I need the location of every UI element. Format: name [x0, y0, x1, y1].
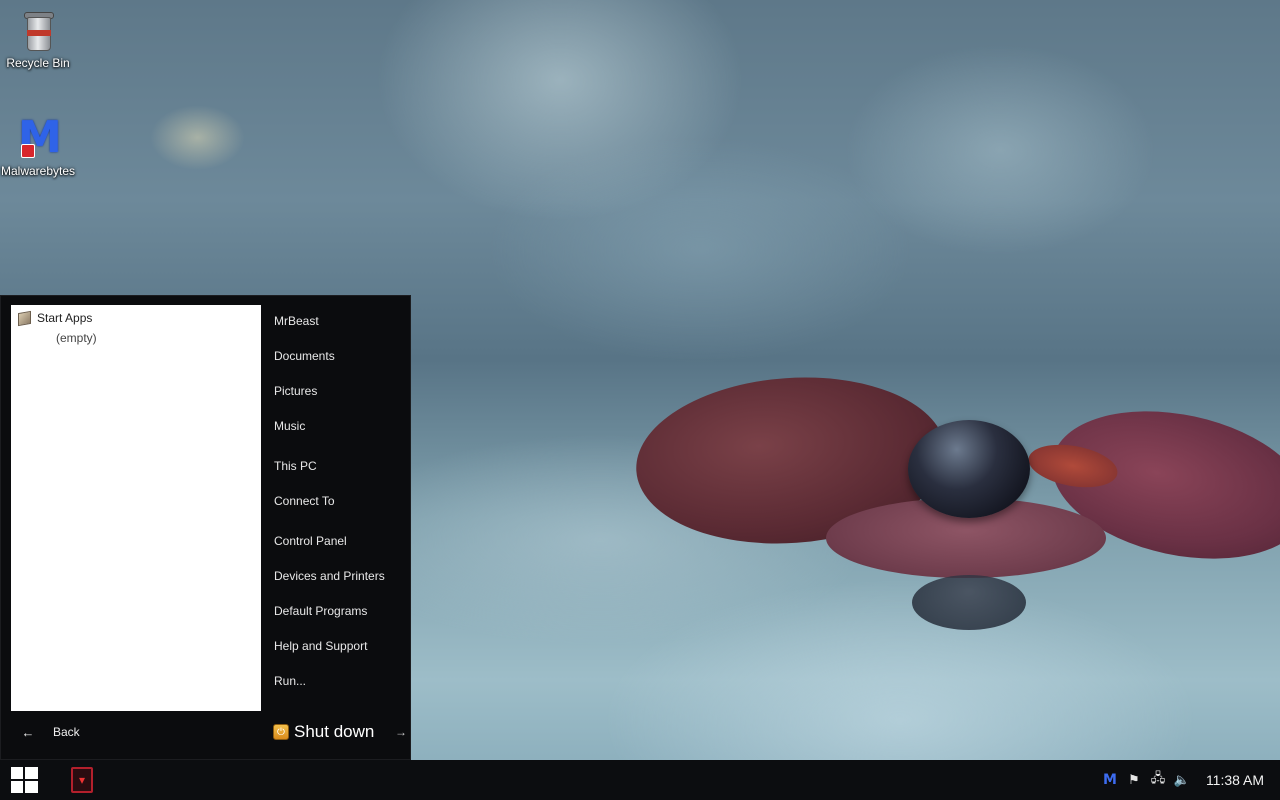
malwarebytes-icon: M: [18, 112, 62, 163]
recycle-bin-icon: [18, 8, 58, 52]
shutdown-options-arrow-icon[interactable]: →: [395, 725, 407, 739]
place-music[interactable]: Music: [263, 409, 409, 444]
apps-panel: Start Apps (empty): [11, 305, 261, 711]
taskbar: ▾ M ⚑ 🖧 🔈 11:38 AM: [0, 760, 1280, 800]
apps-empty-label: (empty): [56, 331, 97, 345]
start-apps-label: Start Apps: [37, 311, 93, 325]
windows-logo-icon: [10, 767, 38, 793]
place-run[interactable]: Run...: [263, 664, 409, 699]
folder-icon: [18, 310, 31, 326]
clock[interactable]: 11:38 AM: [1194, 772, 1280, 788]
wallpaper-glow: [150, 105, 245, 170]
start-places-list: MrBeast Documents Pictures Music This PC…: [263, 304, 409, 699]
start-apps-folder[interactable]: Start Apps: [18, 310, 93, 326]
wallpaper-reflection: [912, 575, 1026, 630]
taskbar-app-icon: ▾: [71, 767, 93, 793]
desktop-icon-malwarebytes[interactable]: M Malwarebytes: [0, 112, 76, 179]
place-mrbeast[interactable]: MrBeast: [263, 304, 409, 339]
shutdown-button[interactable]: ⏻ Shut down →: [273, 718, 409, 746]
back-label: Back: [53, 725, 80, 739]
desktop-icon-recycle-bin[interactable]: Recycle Bin: [0, 8, 76, 70]
shortcut-badge-icon: [21, 144, 35, 158]
desktop-icon-label: Recycle Bin: [6, 56, 70, 70]
malwarebytes-tray-icon[interactable]: M: [1098, 760, 1122, 800]
volume-icon[interactable]: 🔈: [1170, 760, 1194, 800]
back-button[interactable]: ← Back: [11, 714, 261, 750]
start-menu: Start Apps (empty) ← Back MrBeast Docume…: [0, 295, 411, 760]
place-pictures[interactable]: Pictures: [263, 374, 409, 409]
taskbar-app-malwarebytes[interactable]: ▾: [60, 760, 104, 800]
place-default-programs[interactable]: Default Programs: [263, 594, 409, 629]
place-devices-and-printers[interactable]: Devices and Printers: [263, 559, 409, 594]
place-help-and-support[interactable]: Help and Support: [263, 629, 409, 664]
place-documents[interactable]: Documents: [263, 339, 409, 374]
start-button[interactable]: [0, 760, 48, 800]
flag-icon[interactable]: ⚑: [1122, 760, 1146, 800]
place-control-panel[interactable]: Control Panel: [263, 524, 409, 559]
place-this-pc[interactable]: This PC: [263, 449, 409, 484]
system-tray: M ⚑ 🖧 🔈 11:38 AM: [1098, 760, 1280, 800]
place-connect-to[interactable]: Connect To: [263, 484, 409, 519]
back-arrow-icon: ←: [21, 724, 35, 740]
desktop-icon-label: Malwarebytes: [0, 164, 76, 178]
shutdown-label: Shut down: [294, 722, 375, 741]
shutdown-icon: ⏻: [273, 724, 289, 740]
network-icon[interactable]: 🖧: [1146, 760, 1170, 800]
wallpaper-water-drop: [908, 420, 1030, 518]
